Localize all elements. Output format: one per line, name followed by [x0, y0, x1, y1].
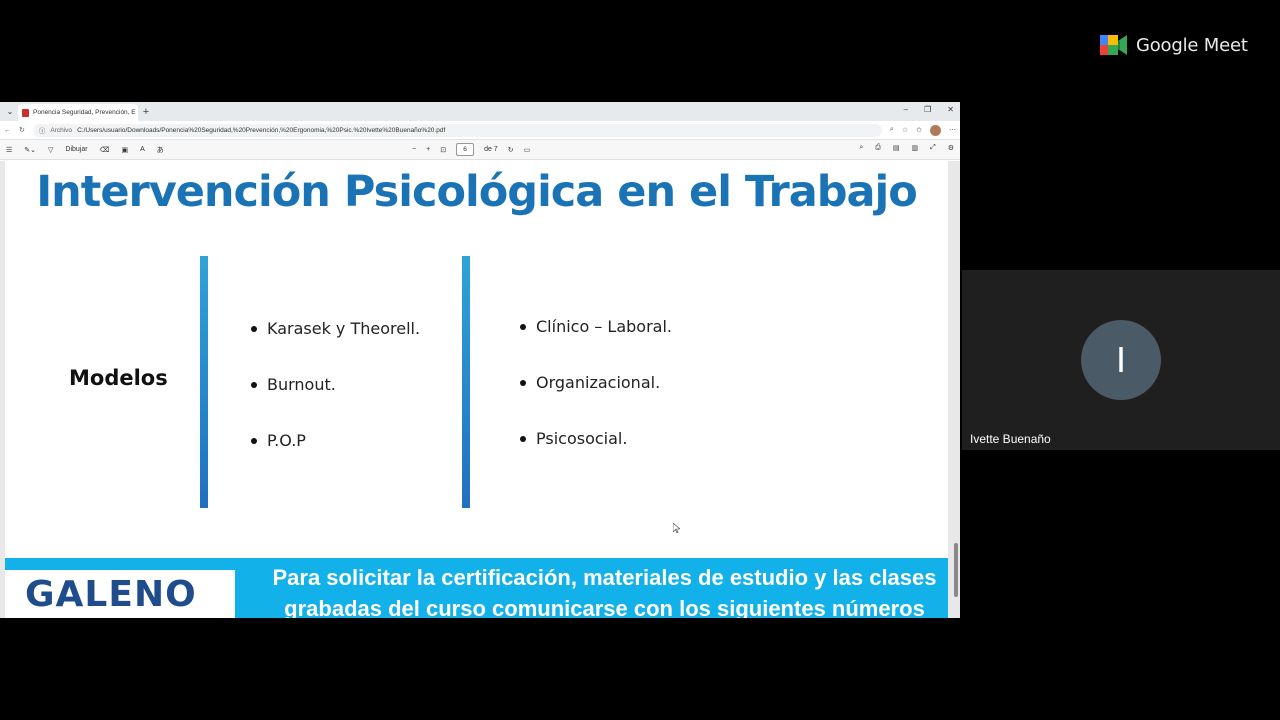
- save-as-icon[interactable]: ▥: [911, 144, 918, 152]
- list-item: Organizacional.: [520, 373, 672, 429]
- banner-message: Para solicitar la certificación, materia…: [272, 565, 937, 618]
- info-icon: ⓘ: [38, 128, 46, 135]
- more-menu-icon[interactable]: ⋯: [949, 126, 956, 134]
- list-item: Psicosocial.: [520, 429, 672, 485]
- zoom-in-icon[interactable]: +: [426, 146, 430, 153]
- divider-bar-left: [200, 256, 208, 508]
- models-list: Karasek y Theorell. Burnout. P.O.P: [251, 319, 420, 487]
- list-item: Burnout.: [251, 375, 420, 431]
- page-total: de 7: [484, 146, 498, 153]
- print-icon[interactable]: ⎙: [875, 144, 881, 152]
- favorites-list-icon[interactable]: ✩: [916, 126, 922, 134]
- tab-bar: ⌄ Ponencia Seguridad, Prevención, E ✕ + …: [0, 102, 960, 121]
- read-aloud-icon[interactable]: A: [140, 146, 145, 153]
- page-view-icon[interactable]: ▣: [122, 146, 129, 154]
- draw-button[interactable]: Dibujar: [65, 146, 87, 153]
- profile-avatar[interactable]: [930, 124, 941, 136]
- page-number-input[interactable]: 6: [456, 143, 475, 156]
- participant-name: Ivette Buenaño: [970, 432, 1051, 446]
- google-meet-logo: Google Meet: [1100, 33, 1248, 57]
- google-meet-brand: Google Meet: [1136, 34, 1248, 56]
- save-icon[interactable]: ▤: [893, 144, 900, 152]
- pdf-file-icon: [22, 108, 29, 117]
- bullet-icon: [520, 436, 526, 442]
- search-icon[interactable]: ⌕: [859, 144, 863, 152]
- bullet-icon: [251, 438, 257, 444]
- pdf-toolbar: ☰ ✎⌄ ▽ Dibujar ⌫ ▣ A あ − + ⊡ 6 de 7 ↻ ▭ …: [0, 140, 960, 160]
- url-text: C:/Users/usuario/Downloads/Ponencia%20Se…: [77, 126, 446, 134]
- bullet-icon: [520, 380, 526, 386]
- list-item: Clínico – Laboral.: [520, 317, 672, 373]
- rotate-icon[interactable]: ↻: [508, 146, 514, 154]
- favorite-icon[interactable]: ☆: [902, 126, 908, 134]
- areas-list: Clínico – Laboral. Organizacional. Psico…: [520, 317, 672, 485]
- back-icon[interactable]: ←: [4, 127, 11, 134]
- highlight-icon[interactable]: ✎⌄: [24, 146, 36, 154]
- fullscreen-icon[interactable]: ⤢: [930, 144, 936, 152]
- minimize-icon[interactable]: –: [904, 105, 908, 114]
- address-bar: ← ↻ ⓘ Archivo C:/Users/usuario/Downloads…: [0, 121, 960, 140]
- settings-gear-icon[interactable]: ⚙: [948, 144, 954, 152]
- list-item: P.O.P: [251, 431, 420, 487]
- window-controls: – ❐ ✕: [904, 105, 954, 114]
- bullet-icon: [251, 382, 257, 388]
- pdf-toolbar-right: ⌕ ⎙ ▤ ▥ ⤢ ⚙: [859, 144, 954, 152]
- translate-icon[interactable]: あ: [157, 145, 164, 155]
- models-label: Modelos: [69, 366, 168, 390]
- participant-avatar: I: [1081, 320, 1161, 400]
- draw-icon[interactable]: ▽: [48, 146, 53, 154]
- two-page-icon[interactable]: ▭: [524, 146, 531, 154]
- file-scheme-label: Archivo: [50, 126, 73, 134]
- participant-tile[interactable]: I Ivette Buenaño: [962, 270, 1280, 450]
- pdf-page-controls: − + ⊡ 6 de 7 ↻ ▭: [412, 143, 530, 156]
- erase-icon[interactable]: ⌫: [100, 146, 110, 154]
- pdf-page: Intervención Psicológica en el Trabajo M…: [5, 161, 948, 618]
- galenos-logo: GALENO´S: [5, 570, 235, 618]
- restore-icon[interactable]: ❐: [924, 105, 931, 114]
- browser-window: ⌄ Ponencia Seguridad, Prevención, E ✕ + …: [0, 102, 960, 618]
- contents-icon[interactable]: ☰: [6, 146, 12, 154]
- galenos-logo-text: GALENO´S: [25, 574, 197, 618]
- pdf-viewer[interactable]: Intervención Psicológica en el Trabajo M…: [0, 161, 960, 618]
- list-item: Karasek y Theorell.: [251, 319, 420, 375]
- fit-page-icon[interactable]: ⊡: [440, 146, 446, 154]
- zoom-out-icon[interactable]: −: [412, 146, 416, 153]
- address-bar-actions: ⌕ ☆ ✩ ⋯: [890, 124, 956, 136]
- divider-bar-right: [462, 256, 470, 508]
- galenos-banner: GALENO´S Para solicitar la certificación…: [5, 558, 948, 618]
- bullet-icon: [251, 326, 257, 332]
- close-window-icon[interactable]: ✕: [947, 105, 954, 114]
- meet-camera-icon: [1100, 35, 1127, 55]
- zoom-icon[interactable]: ⌕: [890, 126, 894, 134]
- url-field[interactable]: ⓘ Archivo C:/Users/usuario/Downloads/Pon…: [32, 123, 882, 137]
- scrollbar-thumb[interactable]: [954, 543, 958, 597]
- meet-stage: Google Meet I Ivette Buenaño ⌄ Ponencia …: [0, 0, 1280, 720]
- tab-title: Ponencia Seguridad, Prevención, E: [33, 109, 136, 116]
- browser-tab-active[interactable]: Ponencia Seguridad, Prevención, E ✕: [18, 104, 138, 121]
- new-tab-icon[interactable]: +: [138, 106, 154, 118]
- slide-title: Intervención Psicológica en el Trabajo: [36, 167, 918, 217]
- tab-list-icon[interactable]: ⌄: [2, 104, 18, 119]
- reload-icon[interactable]: ↻: [19, 126, 25, 134]
- mouse-cursor-icon: [673, 523, 680, 533]
- bullet-icon: [520, 324, 526, 330]
